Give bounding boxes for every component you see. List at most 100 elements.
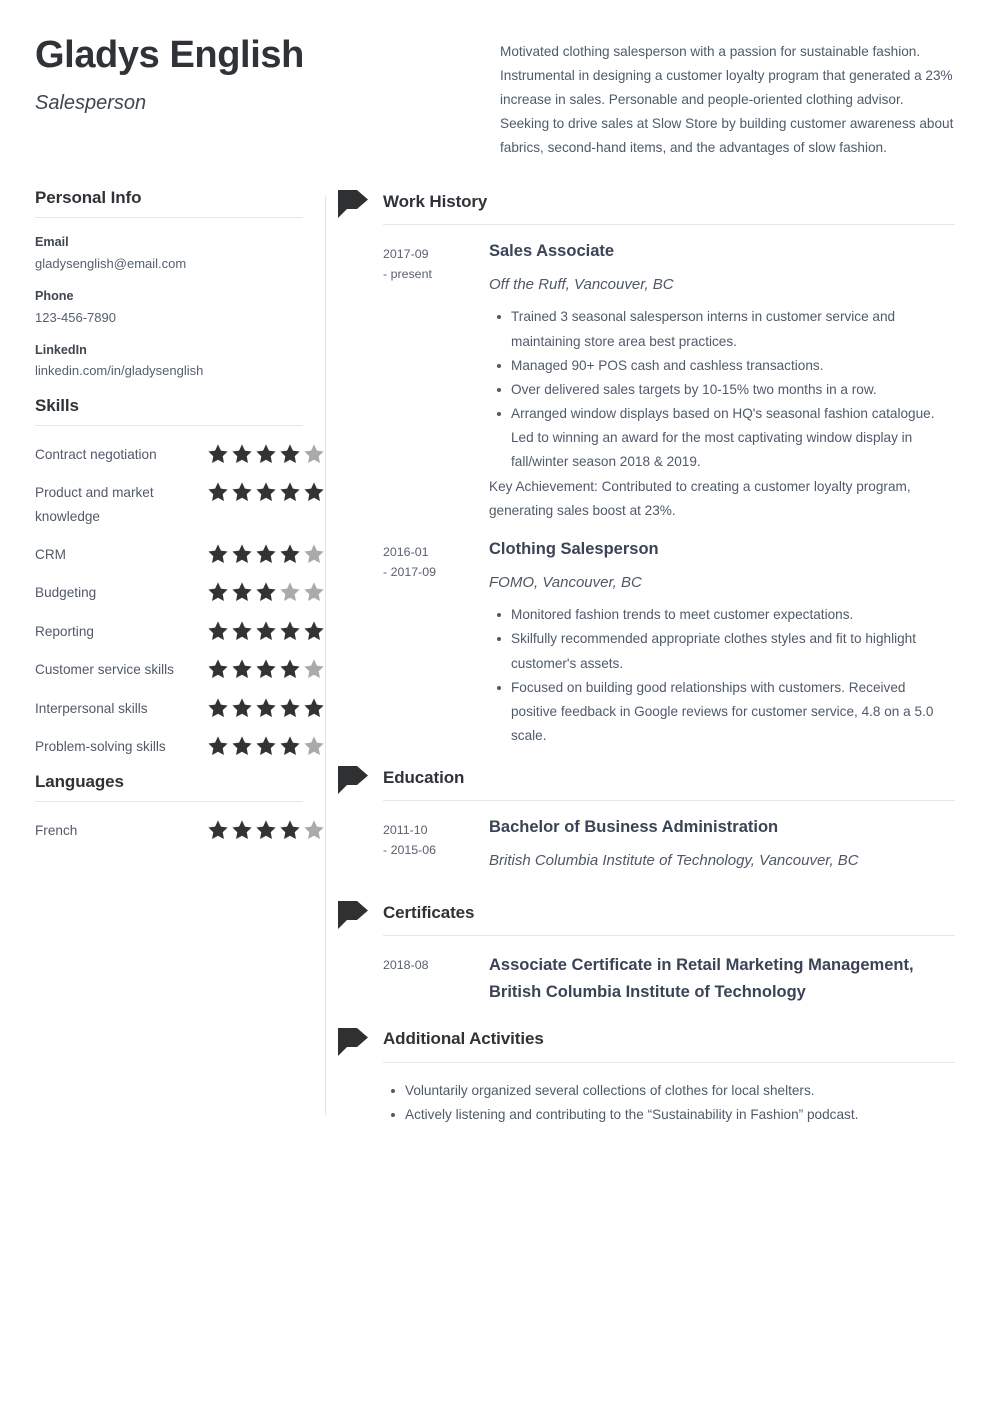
entry-subtitle: British Columbia Institute of Technology… (489, 851, 859, 869)
section-header: Education (338, 764, 955, 795)
bullet-item: Skilfully recommended appropriate clothe… (497, 627, 953, 675)
star-icon (255, 443, 277, 464)
rating-row: Budgeting (35, 580, 325, 604)
star-icon (303, 620, 325, 641)
rating-row: Problem-solving skills (35, 734, 325, 758)
bullet-item: Trained 3 seasonal salesperson interns i… (497, 305, 953, 353)
bullet-item: Managed 90+ POS cash and cashless transa… (497, 354, 953, 378)
entry-bullet-list: Monitored fashion trends to meet custome… (489, 603, 953, 748)
divider (35, 801, 303, 803)
star-icon (207, 481, 229, 502)
section-header: Additional Activities (338, 1026, 955, 1056)
entry-title: Clothing Salesperson (489, 540, 659, 559)
rating-row: French (35, 818, 325, 842)
star-icon (231, 735, 253, 756)
pennant-flag-icon (335, 1026, 371, 1060)
entry-bullet-list: Trained 3 seasonal salesperson interns i… (489, 305, 953, 474)
star-icon (255, 481, 277, 502)
info-item-linkedin: LinkedIn linkedin.com/in/gladysenglish (35, 342, 325, 380)
rating-label: Problem-solving skills (35, 738, 166, 754)
entry-title: Sales Associate (489, 242, 615, 261)
star-icon (231, 819, 253, 840)
star-icon (279, 658, 301, 679)
personal-info-heading: Personal Info (35, 188, 142, 208)
rating-stars (207, 696, 325, 718)
info-label: LinkedIn (35, 343, 87, 358)
star-icon (303, 543, 325, 564)
rating-stars (207, 818, 325, 840)
rating-stars (207, 542, 325, 564)
star-icon (207, 620, 229, 641)
star-icon (279, 543, 301, 564)
rating-row: CRM (35, 542, 325, 566)
star-icon (255, 658, 277, 679)
main-column: Work History 2017-09 - present Sales Assoc… (325, 188, 955, 1127)
entry-body: Bachelor of Business Administration Briti… (489, 817, 955, 881)
rating-label: Customer service skills (35, 662, 174, 678)
rating-stars (207, 657, 325, 679)
star-icon (303, 735, 325, 756)
info-item-phone: Phone 123-456-7890 (35, 288, 325, 326)
timeline-entry: 2011-10 - 2015-06 Bachelor of Business Adm… (353, 801, 955, 881)
rating-row: Interpersonal skills (35, 696, 325, 720)
entry-body: Associate Certificate in Retail Marketin… (489, 952, 955, 1005)
skills-heading: Skills (35, 395, 79, 415)
entry-date-line: 2018-08 (383, 958, 429, 973)
education-entries: 2011-10 - 2015-06 Bachelor of Business Adm… (353, 801, 955, 881)
rating-row: Reporting (35, 619, 325, 643)
info-value-email[interactable]: gladysenglish@email.com (35, 255, 325, 273)
languages-list: French (35, 818, 325, 842)
star-icon (279, 819, 301, 840)
section-header: Work History (338, 188, 955, 219)
star-icon (231, 581, 253, 602)
star-icon (279, 697, 301, 718)
bullet-item: Monitored fashion trends to meet custome… (497, 603, 953, 627)
entry-title: Associate Certificate in Retail Marketin… (489, 956, 914, 1002)
star-icon (255, 819, 277, 840)
star-icon (231, 697, 253, 718)
skills-list: Contract negotiation Product and market k… (35, 442, 325, 758)
rating-label: French (35, 823, 78, 839)
star-icon (231, 543, 253, 564)
section-title: Work History (383, 191, 488, 211)
entry-date-line: 2017-09 (383, 247, 429, 262)
info-label: Phone (35, 289, 74, 304)
entry-date-line: - 2017-09 (383, 565, 437, 580)
star-icon (303, 481, 325, 502)
entry-dates: 2011-10 - 2015-06 (383, 817, 489, 881)
candidate-job-title: Salesperson (35, 91, 147, 114)
info-value-phone[interactable]: 123-456-7890 (35, 309, 325, 327)
section-title: Certificates (383, 902, 475, 922)
divider (35, 424, 303, 426)
rating-row: Product and market knowledge (35, 480, 325, 528)
star-icon (303, 697, 325, 718)
sidebar: Personal Info Email gladysenglish@email.… (35, 188, 325, 1127)
timeline-line (325, 196, 326, 1116)
info-value-linkedin[interactable]: linkedin.com/in/gladysenglish (35, 362, 325, 380)
section-work-history: Work History 2017-09 - present Sales Assoc… (338, 188, 955, 748)
star-icon (279, 581, 301, 602)
section-additional-activities: Additional Activities Voluntarily organi… (338, 1026, 955, 1127)
bullet-item: Voluntarily organized several collection… (391, 1079, 955, 1103)
info-item-email: Email gladysenglish@email.com (35, 234, 325, 272)
star-icon (255, 697, 277, 718)
rating-stars (207, 734, 325, 756)
entry-subtitle: FOMO, Vancouver, BC (489, 573, 642, 591)
rating-stars (207, 580, 325, 602)
bullet-item: Arranged window displays based on HQ's s… (497, 402, 953, 475)
star-icon (255, 735, 277, 756)
entry-date-line: - 2015-06 (383, 843, 437, 858)
entry-date-line: - present (383, 267, 432, 282)
star-icon (279, 481, 301, 502)
star-icon (279, 443, 301, 464)
star-icon (303, 658, 325, 679)
section-languages: Languages French (35, 772, 325, 842)
rating-label: Interpersonal skills (35, 700, 148, 716)
certificate-entries: 2018-08 Associate Certificate in Retail M… (353, 936, 955, 1005)
section-education: Education 2011-10 - 2015-06 Bachelor of Bu… (338, 764, 955, 881)
resume-header: Gladys English Salesperson Motivated clo… (0, 0, 990, 160)
star-icon (279, 620, 301, 641)
section-skills: Skills Contract negotiation Product and m… (35, 396, 325, 758)
entry-dates: 2017-09 - present (383, 241, 489, 523)
rating-stars (207, 480, 325, 502)
